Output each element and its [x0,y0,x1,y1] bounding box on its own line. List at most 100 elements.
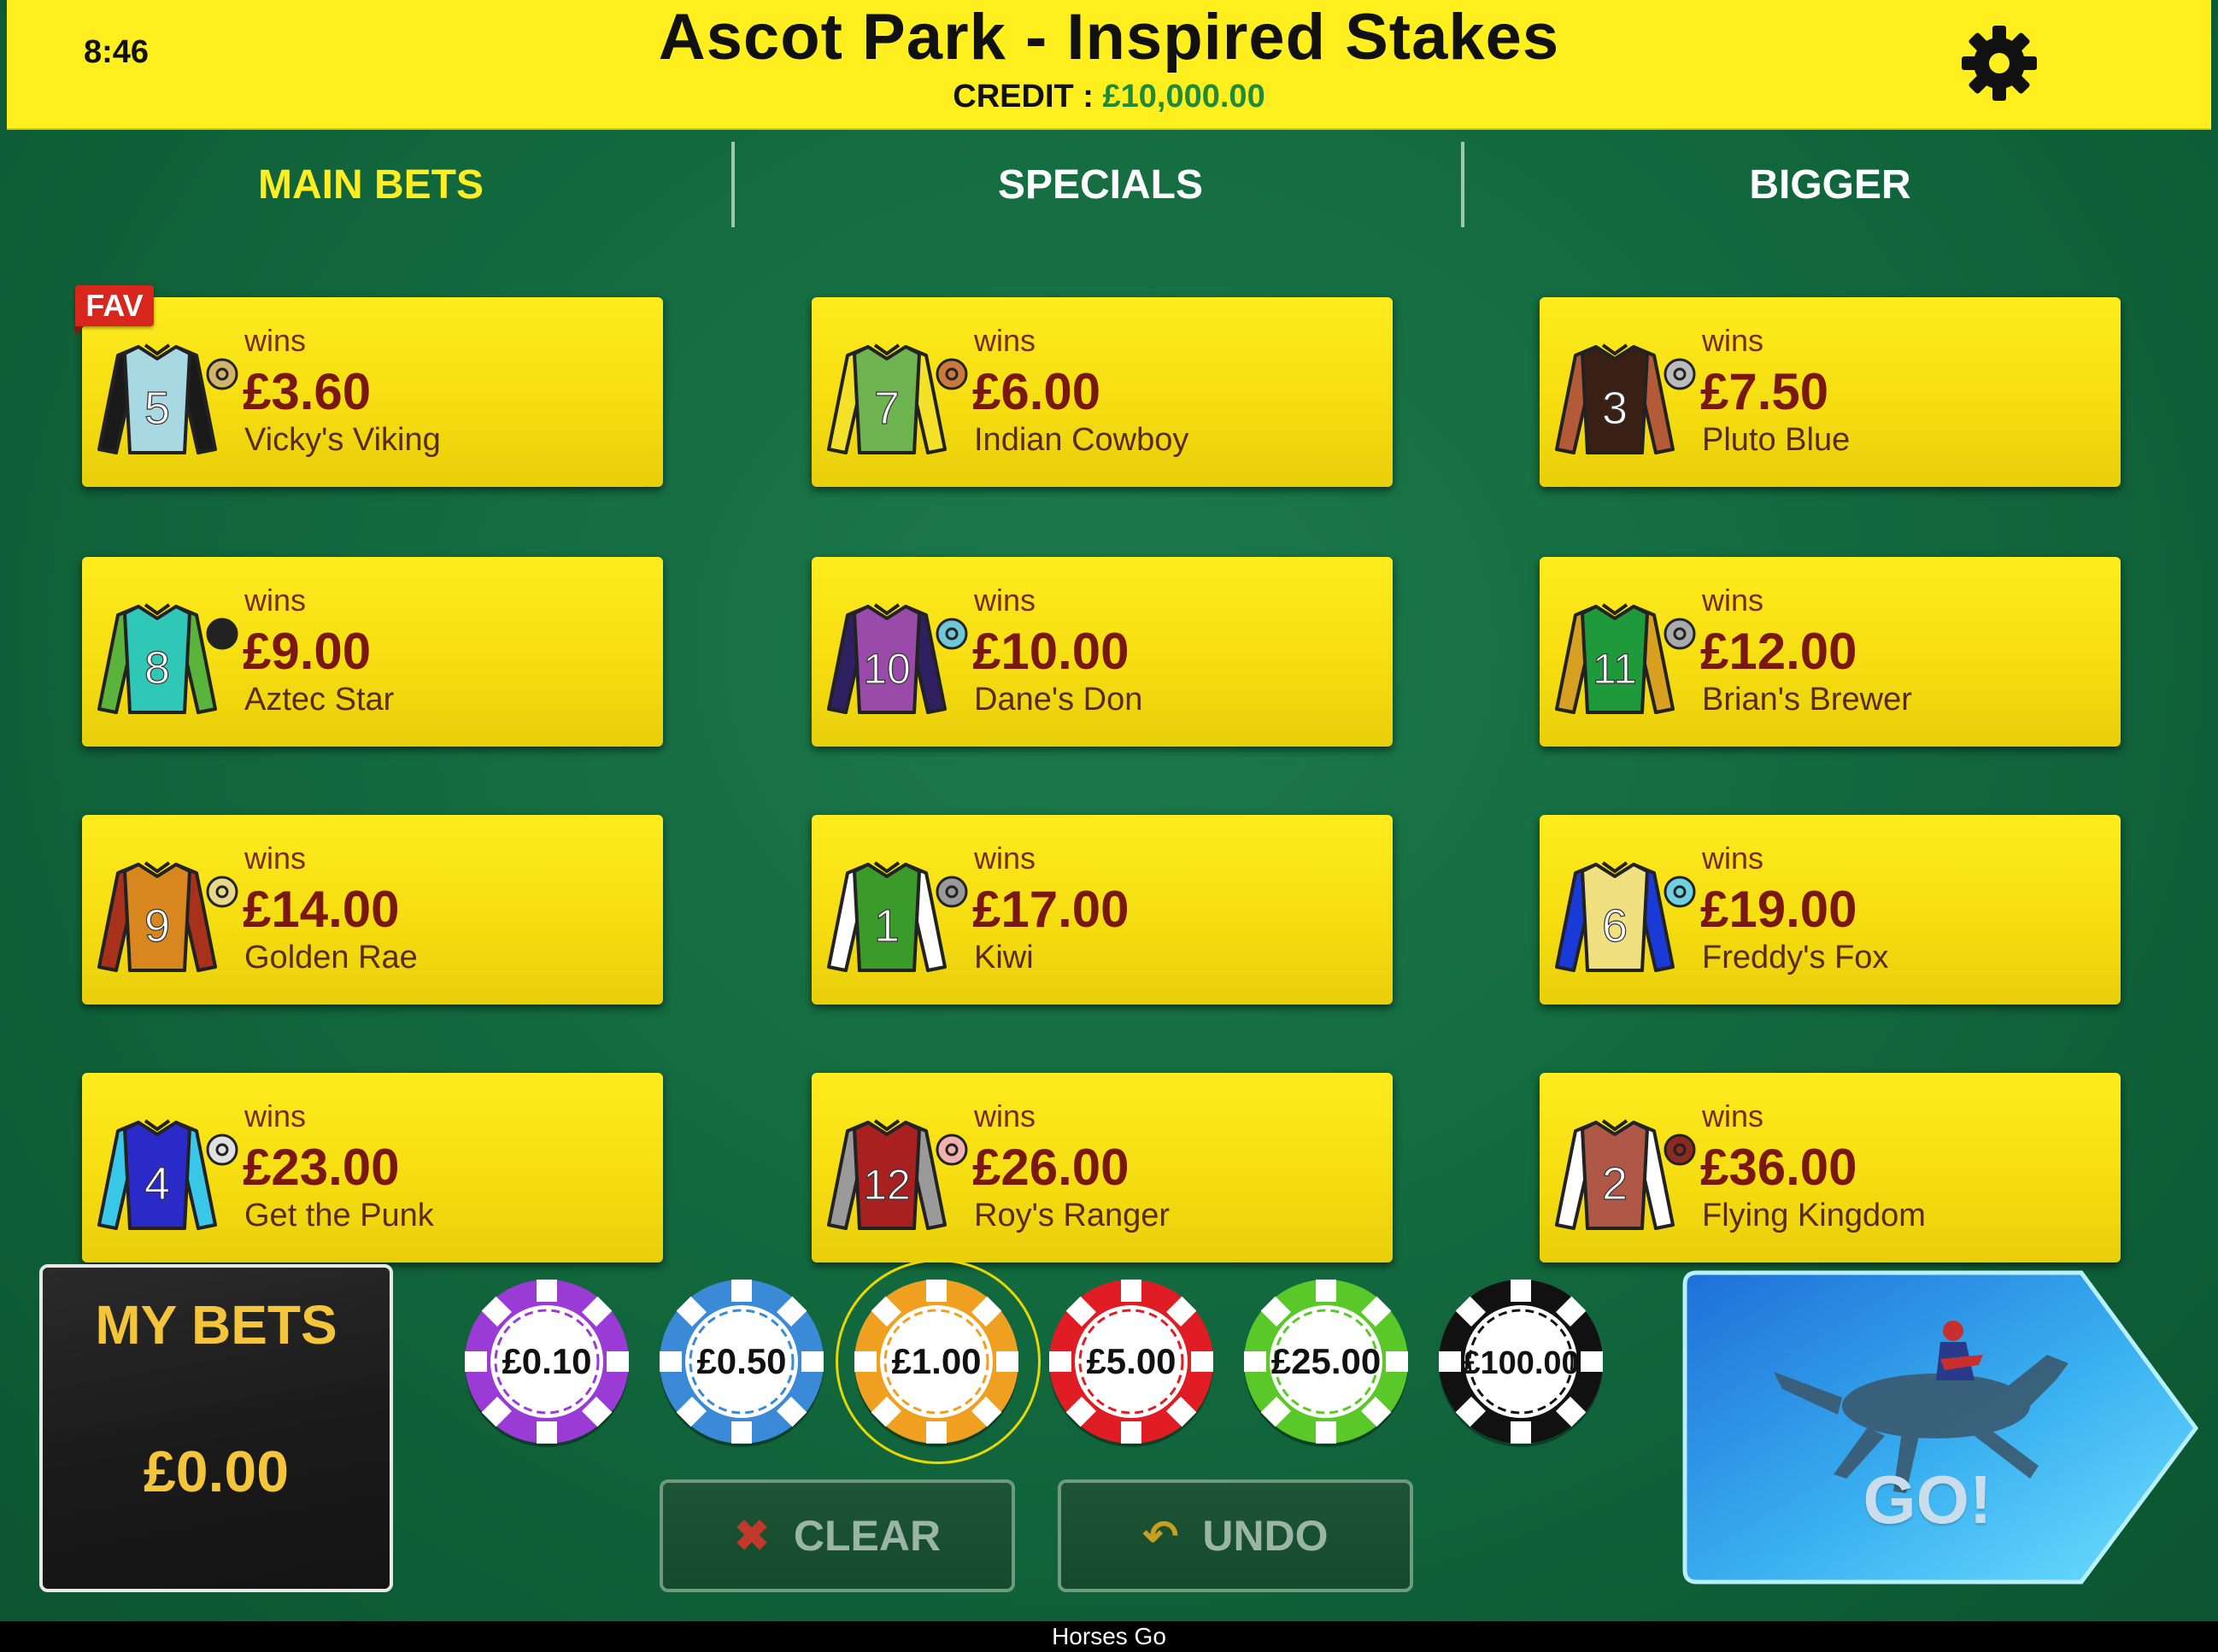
jockey-silk-icon: 7 [827,343,947,454]
wins-label: wins [1702,1098,1764,1134]
my-bets-button[interactable]: MY BETS £0.00 [39,1264,393,1592]
chip-4[interactable]: £25.00 [1241,1276,1411,1447]
chip-0[interactable]: £0.10 [461,1276,632,1447]
wins-label: wins [244,323,307,358]
close-icon: ✖ [733,1512,770,1560]
saddle-number: 2 [1602,1158,1628,1210]
saddle-number: 4 [144,1158,170,1210]
chip-label: £0.10 [502,1341,591,1381]
wins-label: wins [1702,323,1764,358]
tab-divider [731,142,735,227]
win-amount: £9.00 [243,623,372,680]
win-amount: £19.00 [1700,881,1857,938]
horse-name: Brian's Brewer [1702,682,1912,718]
jockey-silk-icon: 8 [97,603,217,714]
undo-icon: ↶ [1142,1512,1179,1560]
chip-label: £100.00 [1462,1345,1579,1381]
footer-title: Horses Go [0,1621,2218,1652]
chip-5[interactable]: £100.00 [1435,1276,1606,1447]
horse-name: Kiwi [974,940,1034,975]
cap-icon [206,1134,238,1166]
win-amount: £12.00 [1700,623,1857,680]
saddle-number: 9 [144,900,170,952]
win-amount: £17.00 [972,881,1130,938]
credit-label: CREDIT : [953,79,1094,114]
horse-name: Indian Cowboy [974,422,1189,458]
cap-icon [206,876,238,908]
bet-card[interactable]: 11 wins £12.00 Brian's Brewer [1540,557,2121,747]
horse-name: Get the Punk [244,1198,434,1233]
win-amount: £14.00 [243,881,400,938]
win-amount: £6.00 [972,363,1101,420]
bet-card[interactable]: 2 wins £36.00 Flying Kingdom [1540,1073,2121,1262]
wins-label: wins [974,583,1036,618]
bet-card[interactable]: 9 wins £14.00 Golden Rae [82,815,663,1005]
bet-card[interactable]: 7 wins £6.00 Indian Cowboy [812,297,1393,487]
saddle-number: 10 [863,645,911,693]
saddle-number: 8 [144,642,170,694]
win-amount: £7.50 [1700,363,1829,420]
saddle-number: 6 [1602,900,1628,952]
undo-label: UNDO [1202,1512,1329,1560]
go-label: GO! [1863,1462,1992,1538]
credit-value: £10,000.00 [1102,79,1265,114]
cap-icon [936,358,968,390]
wins-label: wins [974,1098,1036,1134]
bet-card[interactable]: 4 wins £23.00 Get the Punk [82,1073,663,1262]
jockey-silk-icon: 1 [827,861,947,972]
bet-card[interactable]: 8 wins £9.00 Aztec Star [82,557,663,747]
horse-name: Vicky's Viking [244,422,441,458]
tab-divider [1461,142,1464,227]
chip-label: £25.00 [1271,1341,1381,1381]
saddle-number: 7 [874,383,900,434]
win-amount: £23.00 [243,1139,400,1196]
horse-name: Pluto Blue [1702,422,1851,458]
gear-icon[interactable] [1957,21,2042,106]
header-bar: 8:46 Ascot Park - Inspired Stakes CREDIT… [7,0,2211,130]
chip-label: £5.00 [1086,1341,1176,1381]
cap-icon [936,876,968,908]
bet-card[interactable]: 10 wins £10.00 Dane's Don [812,557,1393,747]
horse-name: Flying Kingdom [1702,1198,1926,1233]
cap-icon [206,618,238,650]
tab-specials[interactable]: SPECIALS [736,130,1464,239]
saddle-number: 11 [1593,645,1637,693]
win-amount: £26.00 [972,1139,1130,1196]
horse-name: Dane's Don [974,682,1143,718]
cap-icon [1664,1134,1696,1166]
tab-main-bets[interactable]: MAIN BETS [7,130,735,239]
bet-card[interactable]: 5 wins £3.60 Vicky's Viking [82,297,663,487]
jockey-silk-icon: 4 [97,1119,217,1230]
cap-icon [1664,618,1696,650]
saddle-number: 5 [144,383,170,434]
jockey-silk-icon: 9 [97,861,217,972]
horse-name: Aztec Star [244,682,395,718]
cap-icon [936,1134,968,1166]
bet-card[interactable]: 12 wins £26.00 Roy's Ranger [812,1073,1393,1262]
clear-label: CLEAR [793,1512,942,1560]
game-screen: 8:46 Ascot Park - Inspired Stakes CREDIT… [0,0,2218,1621]
wins-label: wins [1702,583,1764,618]
jockey-silk-icon: 12 [827,1119,947,1230]
bet-card[interactable]: 6 wins £19.00 Freddy's Fox [1540,815,2121,1005]
clear-button[interactable]: ✖ CLEAR [660,1479,1015,1592]
undo-button[interactable]: ↶ UNDO [1058,1479,1413,1592]
cap-icon [936,618,968,650]
chip-1[interactable]: £0.50 [656,1276,827,1447]
chip-3[interactable]: £5.00 [1046,1276,1217,1447]
bet-card[interactable]: 1 wins £17.00 Kiwi [812,815,1393,1005]
chip-2[interactable]: £1.00 [851,1276,1022,1447]
bet-card[interactable]: 3 wins £7.50 Pluto Blue [1540,297,2121,487]
jockey-silk-icon: 5 [97,343,217,454]
tab-bigger[interactable]: BIGGER [1466,130,2194,239]
saddle-number: 3 [1602,383,1628,434]
horse-name: Roy's Ranger [974,1198,1171,1233]
bet-tabs: MAIN BETS SPECIALS BIGGER [7,130,2211,239]
chip-label: £0.50 [696,1341,786,1381]
chip-label: £1.00 [891,1341,981,1381]
win-amount: £10.00 [972,623,1130,680]
wins-label: wins [244,583,307,618]
saddle-number: 1 [874,900,900,952]
my-bets-label: MY BETS [95,1294,337,1356]
wins-label: wins [244,1098,307,1134]
